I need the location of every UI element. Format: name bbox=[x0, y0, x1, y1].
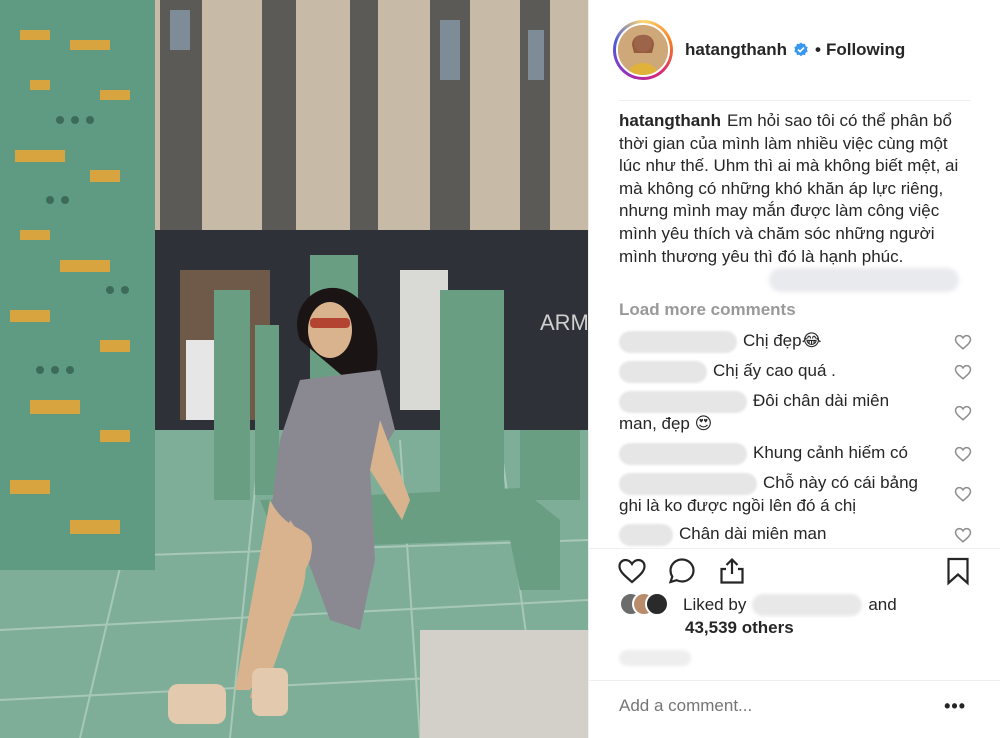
share-icon[interactable] bbox=[717, 556, 747, 586]
timestamp-blurred bbox=[619, 650, 691, 666]
comment-username-blurred[interactable] bbox=[619, 360, 707, 383]
caption-block: hatangthanh Em hỏi sao tôi có thể phân bổ… bbox=[619, 110, 971, 268]
heart-icon[interactable] bbox=[617, 556, 647, 586]
add-comment-divider bbox=[589, 680, 1000, 681]
username-link[interactable]: hatangthanh bbox=[685, 40, 787, 60]
avatar[interactable] bbox=[616, 23, 670, 77]
comment-item: Chị ấy cao quá . bbox=[619, 360, 959, 383]
liked-by-conj: and bbox=[868, 595, 897, 614]
caption-username[interactable]: hatangthanh bbox=[619, 111, 721, 130]
caption-text: Em hỏi sao tôi có thể phân bổ thời gian … bbox=[619, 111, 959, 266]
post-side-panel: hatangthanh • Following hatangthanh Em hỏ… bbox=[588, 0, 1000, 738]
comment-username-blurred[interactable] bbox=[619, 442, 747, 465]
comment-like-heart-icon[interactable] bbox=[954, 526, 972, 544]
comment-item: Chân dài miên man bbox=[619, 523, 959, 546]
comment-item: Khung cảnh hiếm có bbox=[619, 442, 959, 465]
header-text: hatangthanh • Following bbox=[685, 40, 905, 60]
photo-illustration: ARMA bbox=[0, 0, 588, 738]
comment-like-heart-icon[interactable] bbox=[954, 445, 972, 463]
likes-count-link[interactable]: 43,539 others bbox=[685, 618, 794, 638]
comment-username-blurred[interactable] bbox=[619, 523, 673, 546]
comment-item: Chị đẹp😂 bbox=[619, 330, 959, 353]
comment-like-heart-icon[interactable] bbox=[954, 363, 972, 381]
caption-hashtags-blurred bbox=[769, 268, 959, 292]
caption: hatangthanh Em hỏi sao tôi có thể phân bổ… bbox=[619, 110, 971, 268]
post-photo[interactable]: ARMA bbox=[0, 0, 588, 738]
story-ring[interactable] bbox=[613, 20, 673, 80]
bookmark-icon[interactable] bbox=[943, 556, 973, 586]
comment-username-blurred[interactable] bbox=[619, 390, 747, 413]
liked-by-row: Liked by and bbox=[619, 592, 897, 618]
comment-username-blurred[interactable] bbox=[619, 472, 757, 495]
comment-username-blurred[interactable] bbox=[619, 330, 737, 353]
separator-dot: • bbox=[815, 40, 821, 59]
comment-item: Đôi chân dài miên man, đẹp 😍 bbox=[619, 390, 919, 435]
more-options-icon[interactable]: ••• bbox=[944, 696, 966, 717]
comment-text: Khung cảnh hiếm có bbox=[753, 443, 908, 462]
following-button[interactable]: Following bbox=[826, 40, 905, 60]
comment-item: Chỗ này có cái bảng ghi là ko được ngồi … bbox=[619, 472, 939, 517]
comment-text: Chân dài miên man bbox=[679, 524, 827, 543]
liker-avatar bbox=[645, 592, 669, 616]
liker-avatars[interactable] bbox=[619, 592, 671, 618]
verified-badge-icon bbox=[794, 42, 808, 57]
post-header: hatangthanh • Following bbox=[589, 0, 1000, 100]
comment-icon[interactable] bbox=[667, 556, 697, 586]
header-divider bbox=[619, 100, 970, 101]
liked-by-label: Liked by bbox=[683, 595, 747, 614]
add-comment-input[interactable] bbox=[619, 696, 919, 716]
comment-like-heart-icon[interactable] bbox=[954, 333, 972, 351]
comment-like-heart-icon[interactable] bbox=[954, 485, 972, 503]
liker-name-blurred[interactable] bbox=[752, 594, 863, 616]
svg-text:ARMA: ARMA bbox=[540, 310, 588, 335]
comment-text: Chị ấy cao quá . bbox=[713, 361, 836, 380]
comment-like-heart-icon[interactable] bbox=[954, 404, 972, 422]
actions-divider bbox=[589, 548, 1000, 549]
instagram-post: ARMA bbox=[0, 0, 1000, 738]
load-more-comments-button[interactable]: Load more comments bbox=[619, 300, 796, 320]
comment-text: Chị đẹp😂 bbox=[743, 331, 822, 350]
